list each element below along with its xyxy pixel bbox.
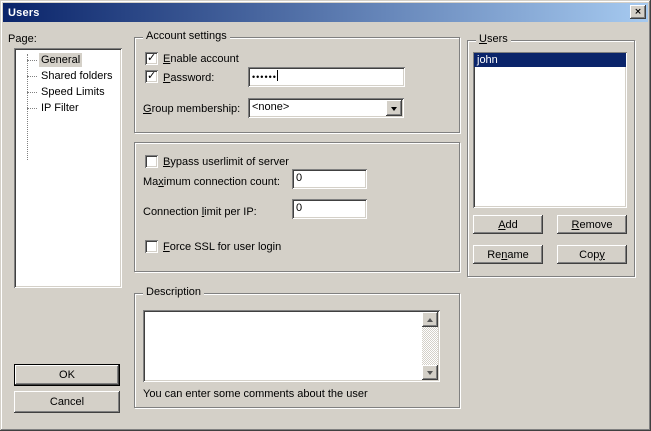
users-group-label: Users: [476, 33, 511, 46]
bypass-userlimit-checkbox[interactable]: [145, 155, 158, 168]
page-tree[interactable]: General Shared folders Speed Limits IP F…: [14, 48, 122, 288]
description-textarea[interactable]: [143, 310, 440, 382]
remove-user-button[interactable]: Remove: [557, 215, 627, 234]
password-label[interactable]: Password:: [163, 72, 214, 84]
tree-item-general[interactable]: General: [14, 53, 122, 69]
enable-account-checkbox[interactable]: [145, 52, 158, 65]
users-listbox[interactable]: john: [473, 52, 627, 208]
group-membership-label: Group membership:: [143, 103, 240, 115]
password-masked-value: ••••••: [252, 72, 277, 82]
users-dialog: Users × Page: General Shared folders Spe…: [0, 0, 651, 431]
user-list-item[interactable]: john: [474, 53, 626, 67]
tree-item-speed-limits[interactable]: Speed Limits: [14, 85, 122, 101]
tree-item-label: General: [39, 53, 82, 67]
ok-button[interactable]: OK: [14, 364, 120, 386]
close-button[interactable]: ×: [630, 5, 646, 19]
tree-item-shared-folders[interactable]: Shared folders: [14, 69, 122, 85]
max-connection-count-label: Maximum connection count:: [143, 176, 280, 188]
scroll-down-button[interactable]: [422, 365, 438, 380]
title-bar[interactable]: Users ×: [3, 3, 648, 22]
force-ssl-label[interactable]: Force SSL for user login: [163, 241, 281, 253]
connection-limit-per-ip-input[interactable]: 0: [292, 199, 367, 219]
scroll-up-button[interactable]: [422, 312, 438, 327]
text-caret: [277, 70, 278, 81]
page-label: Page:: [8, 33, 37, 45]
copy-user-button[interactable]: Copy: [557, 245, 627, 264]
rename-user-button[interactable]: Rename: [473, 245, 543, 264]
tree-item-ip-filter[interactable]: IP Filter: [14, 101, 122, 117]
tree-item-label: IP Filter: [39, 101, 81, 115]
add-user-button[interactable]: Add: [473, 215, 543, 234]
tree-item-label: Speed Limits: [39, 85, 107, 99]
description-hint: You can enter some comments about the us…: [143, 388, 368, 400]
enable-account-label[interactable]: Enable account: [163, 53, 239, 65]
window-title: Users: [3, 7, 40, 19]
password-checkbox[interactable]: [145, 70, 158, 83]
combo-dropdown-button[interactable]: [386, 100, 402, 116]
account-settings-group-label: Account settings: [143, 30, 230, 43]
cancel-button[interactable]: Cancel: [14, 391, 120, 413]
connection-limit-per-ip-label: Connection limit per IP:: [143, 206, 257, 218]
group-membership-value: <none>: [252, 101, 289, 113]
max-connection-count-input[interactable]: 0: [292, 169, 367, 189]
bypass-userlimit-label[interactable]: Bypass userlimit of server: [163, 156, 289, 168]
arrow-down-icon: [427, 371, 433, 378]
arrow-up-icon: [427, 315, 433, 322]
group-membership-select[interactable]: <none>: [248, 98, 404, 118]
password-input[interactable]: ••••••: [248, 67, 405, 87]
close-icon: ×: [634, 8, 642, 17]
description-group-label: Description: [143, 286, 204, 299]
chevron-down-icon: [391, 107, 397, 114]
vertical-scrollbar[interactable]: [422, 312, 438, 380]
tree-item-label: Shared folders: [39, 69, 115, 83]
force-ssl-checkbox[interactable]: [145, 240, 158, 253]
